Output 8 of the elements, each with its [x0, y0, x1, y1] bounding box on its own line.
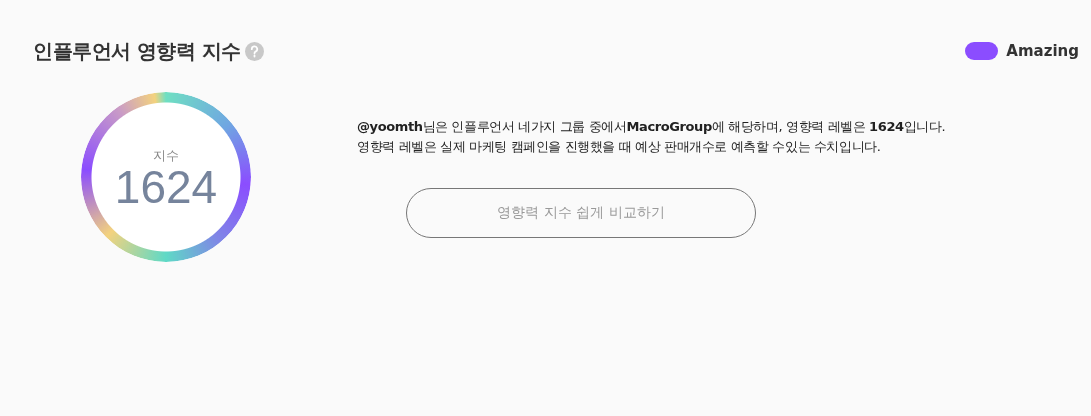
gauge-label: 지수	[153, 148, 179, 162]
description-text: 영향력 레벨은 실제 마케팅 캠페인을 진행했을 때 예상 판매개수로 예측할 수있는 수치입니다.	[357, 137, 882, 156]
compare-button[interactable]: 영향력 지수 쉽게 비교하기	[406, 187, 757, 238]
help-icon[interactable]	[244, 41, 264, 61]
gauge-value: 1624	[114, 163, 218, 210]
section-title: 인플루언서 영향력 지수	[33, 38, 241, 65]
legend-label: Amazing	[1006, 40, 1079, 62]
description-text: @yoomth님은 인플루언서 네가지 그룹 중에서MacroGroup에 해당하며, 영향력 레벨은 1624입니다.	[357, 117, 946, 136]
